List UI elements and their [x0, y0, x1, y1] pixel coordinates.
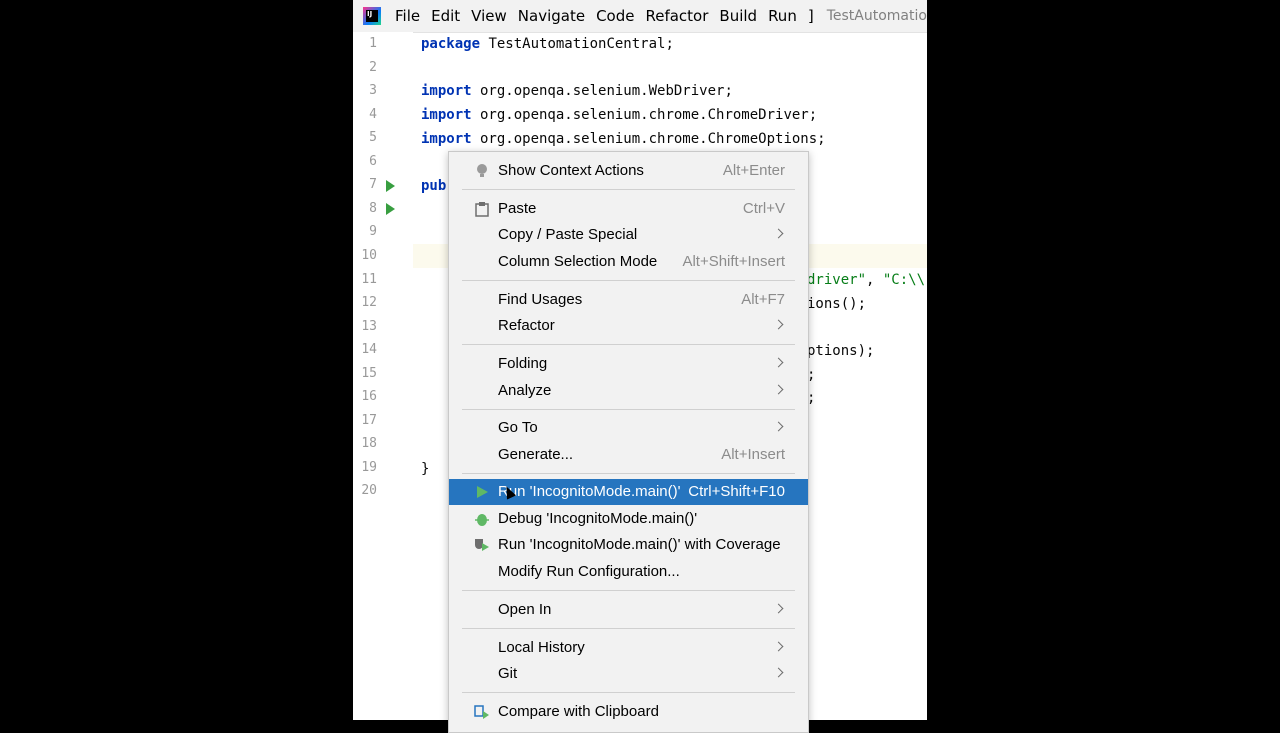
- menu-separator: [462, 590, 795, 591]
- editor-context-menu: Show Context Actions Alt+Enter Paste Ctr…: [448, 151, 809, 733]
- menu-separator: [462, 473, 795, 474]
- code-line-11[interactable]: driver", "C:\\: [807, 272, 925, 288]
- menu-overflow[interactable]: ]: [808, 7, 814, 25]
- chevron-right-icon: [773, 228, 784, 239]
- menu-separator: [462, 280, 795, 281]
- menu-refactor[interactable]: Refactor: [645, 7, 708, 25]
- code-line-5[interactable]: import org.openqa.selenium.chrome.Chrome…: [421, 131, 826, 147]
- menu-bar: IJ File Edit View Navigate Code Refactor…: [353, 0, 927, 33]
- code-line-14[interactable]: ptions);: [807, 343, 874, 359]
- menu-separator: [462, 344, 795, 345]
- menu-go-to[interactable]: Go To: [449, 415, 808, 441]
- chevron-right-icon: [773, 357, 784, 368]
- menu-paste[interactable]: Paste Ctrl+V: [449, 196, 808, 222]
- menu-modify-run-configuration[interactable]: Modify Run Configuration...: [449, 559, 808, 585]
- line-number: 20: [361, 483, 377, 499]
- chevron-right-icon: [773, 384, 784, 395]
- line-number: 16: [361, 389, 377, 405]
- code-line-19[interactable]: }: [421, 461, 429, 477]
- line-number: 17: [361, 412, 377, 428]
- run-icon: [477, 486, 488, 498]
- line-number: 14: [361, 342, 377, 358]
- menu-generate[interactable]: Generate... Alt+Insert: [449, 442, 808, 468]
- menu-debug-main[interactable]: Debug 'IncognitoMode.main()': [449, 506, 808, 532]
- menu-refactor[interactable]: Refactor: [449, 313, 808, 339]
- clipboard-icon: [475, 202, 489, 217]
- run-class-gutter-icon[interactable]: [386, 180, 395, 192]
- menu-copy-paste-special[interactable]: Copy / Paste Special: [449, 222, 808, 248]
- menu-separator: [462, 628, 795, 629]
- chevron-right-icon: [773, 641, 784, 652]
- chevron-right-icon: [773, 603, 784, 614]
- line-number: 10: [361, 247, 377, 263]
- line-number: 4: [369, 106, 377, 122]
- line-number: 11: [361, 271, 377, 287]
- menu-run[interactable]: Run: [768, 7, 797, 25]
- menu-analyze[interactable]: Analyze: [449, 378, 808, 404]
- menu-edit[interactable]: Edit: [431, 7, 460, 25]
- code-line-1[interactable]: package TestAutomationCentral;: [421, 36, 674, 52]
- line-number: 15: [361, 365, 377, 381]
- intellij-logo-icon[interactable]: IJ: [363, 7, 381, 25]
- line-number: 2: [369, 59, 377, 75]
- line-number: 13: [361, 318, 377, 334]
- lightbulb-icon: [477, 164, 487, 177]
- line-number: 5: [369, 130, 377, 146]
- menu-folding[interactable]: Folding: [449, 351, 808, 377]
- menu-build[interactable]: Build: [719, 7, 757, 25]
- chevron-right-icon: [773, 421, 784, 432]
- menu-open-in[interactable]: Open In: [449, 597, 808, 623]
- line-number: 18: [361, 436, 377, 452]
- menu-find-usages[interactable]: Find Usages Alt+F7: [449, 287, 808, 313]
- line-number: 7: [369, 177, 377, 193]
- code-line-7[interactable]: pub: [421, 178, 446, 194]
- line-number: 8: [369, 200, 377, 216]
- debug-bug-icon: [475, 514, 489, 526]
- menu-column-selection-mode[interactable]: Column Selection Mode Alt+Shift+Insert: [449, 249, 808, 275]
- chevron-right-icon: [773, 667, 784, 678]
- menu-show-context-actions[interactable]: Show Context Actions Alt+Enter: [449, 158, 808, 184]
- line-number: 6: [369, 153, 377, 169]
- menu-view[interactable]: View: [471, 7, 507, 25]
- project-title: TestAutomationCent: [826, 8, 927, 24]
- menu-compare-with-clipboard[interactable]: Compare with Clipboard: [449, 699, 808, 725]
- menu-file[interactable]: File: [395, 7, 420, 25]
- menu-navigate[interactable]: Navigate: [518, 7, 585, 25]
- code-line-3[interactable]: import org.openqa.selenium.WebDriver;: [421, 83, 733, 99]
- code-line-12[interactable]: ions();: [807, 296, 866, 312]
- menu-separator: [462, 189, 795, 190]
- menu-git[interactable]: Git: [449, 661, 808, 687]
- menu-code[interactable]: Code: [596, 7, 634, 25]
- line-number: 19: [361, 459, 377, 475]
- compare-icon: [474, 705, 489, 719]
- coverage-icon: [475, 539, 489, 551]
- line-number: 1: [369, 36, 377, 51]
- run-main-gutter-icon[interactable]: [386, 203, 395, 215]
- chevron-right-icon: [773, 319, 784, 330]
- line-number: 3: [369, 83, 377, 99]
- menu-run-with-coverage[interactable]: Run 'IncognitoMode.main()' with Coverage: [449, 532, 808, 558]
- menu-separator: [462, 409, 795, 410]
- code-line-4[interactable]: import org.openqa.selenium.chrome.Chrome…: [421, 107, 817, 123]
- menu-separator: [462, 692, 795, 693]
- line-number: 12: [361, 295, 377, 311]
- menu-local-history[interactable]: Local History: [449, 635, 808, 661]
- line-number: 9: [369, 224, 377, 240]
